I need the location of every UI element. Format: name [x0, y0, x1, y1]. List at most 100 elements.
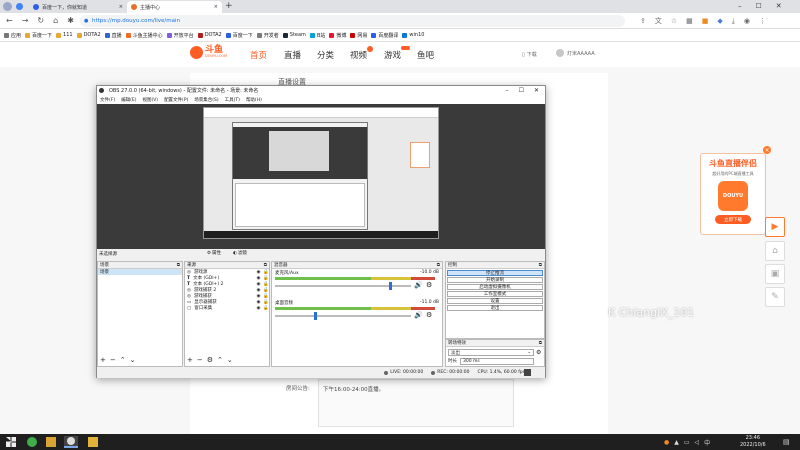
- translate-icon[interactable]: 文: [655, 16, 662, 26]
- bookmark[interactable]: B站: [309, 32, 325, 39]
- nav-live[interactable]: 直播: [284, 49, 301, 61]
- douyu-logo[interactable]: 斗鱼 DOUYU.COM: [190, 46, 227, 59]
- bookmark[interactable]: 111: [56, 32, 73, 38]
- notification-icon[interactable]: ▤: [783, 438, 790, 446]
- obs-preview[interactable]: [97, 104, 545, 249]
- close-tab-icon[interactable]: ×: [119, 4, 123, 10]
- tray-app-icon[interactable]: ▲: [674, 439, 679, 446]
- volume-slider-handle[interactable]: [314, 312, 318, 320]
- lock-icon[interactable]: 🔒: [263, 306, 269, 311]
- speaker-icon[interactable]: 🔊: [414, 281, 423, 289]
- move-down-icon[interactable]: ⌄: [227, 356, 233, 364]
- profile-avatar[interactable]: [3, 2, 12, 11]
- clock[interactable]: 23:46 2022/10/6: [740, 435, 766, 449]
- live-companion-ad[interactable]: × 斗鱼直播伴侣 超好用的PC端直播工具 DOUYU 立即下载: [700, 146, 771, 235]
- shield-icon[interactable]: ◆: [717, 17, 722, 25]
- visibility-eye-icon[interactable]: ◉: [256, 306, 260, 311]
- ad-download-button[interactable]: 立即下载: [715, 215, 751, 224]
- visibility-eye-icon[interactable]: ◉: [256, 300, 260, 305]
- settings-button[interactable]: 设置: [447, 298, 543, 304]
- menu-file[interactable]: 文件(F): [100, 97, 115, 103]
- bookmark[interactable]: 百度一下: [25, 32, 52, 39]
- volume-icon[interactable]: ◁: [695, 439, 700, 446]
- track-settings-gear-icon[interactable]: ⚙: [426, 311, 432, 319]
- obs-minimize-icon[interactable]: –: [506, 87, 509, 94]
- app-side-button[interactable]: ▣: [765, 264, 785, 284]
- dock-undock-icon[interactable]: ⧉: [437, 262, 440, 268]
- start-recording-button[interactable]: 开始录制: [447, 277, 543, 283]
- bookmark[interactable]: 百度一下: [225, 32, 253, 39]
- tab-douyu[interactable]: 主播中心 ×: [127, 1, 222, 13]
- taskbar-obs-icon[interactable]: [64, 436, 78, 448]
- menu-tools[interactable]: 工具(T): [225, 97, 240, 103]
- forward-icon[interactable]: →: [22, 16, 29, 25]
- bookmark[interactable]: DOTA2: [197, 32, 222, 38]
- account-icon[interactable]: ◉: [744, 17, 750, 25]
- lock-icon[interactable]: 🔒: [263, 276, 269, 281]
- speaker-icon[interactable]: 🔊: [414, 311, 423, 319]
- volume-slider-track[interactable]: [275, 315, 411, 317]
- transition-settings-gear-icon[interactable]: ⚙: [536, 349, 541, 356]
- minimize-icon[interactable]: –: [738, 2, 742, 10]
- nav-game[interactable]: 游戏: [384, 49, 401, 61]
- visibility-eye-icon[interactable]: ◉: [256, 294, 260, 299]
- user-menu[interactable]: 灯米AAAAA: [556, 49, 595, 57]
- lock-icon[interactable]: 🔒: [263, 288, 269, 293]
- taskbar-app-icon[interactable]: [27, 437, 37, 447]
- play-side-button[interactable]: ▶: [765, 217, 785, 237]
- move-down-icon[interactable]: ⌄: [130, 356, 136, 364]
- move-up-icon[interactable]: ⌃: [217, 356, 223, 364]
- remove-icon[interactable]: −: [197, 356, 203, 364]
- menu-help[interactable]: 帮助(H): [246, 97, 262, 103]
- extension-orange-icon[interactable]: ■: [702, 17, 709, 25]
- lock-icon[interactable]: 🔒: [263, 282, 269, 287]
- visibility-eye-icon[interactable]: ◉: [256, 288, 260, 293]
- notice-box[interactable]: 下午16:00-24:00直播。: [318, 379, 514, 427]
- dock-undock-icon[interactable]: ⧉: [539, 262, 542, 268]
- move-up-icon[interactable]: ⌃: [120, 356, 126, 364]
- nav-fishbar[interactable]: 鱼吧: [417, 49, 434, 61]
- visibility-eye-icon[interactable]: ◉: [256, 282, 260, 287]
- obs-maximize-icon[interactable]: ☐: [519, 87, 524, 94]
- star-icon[interactable]: ☆: [671, 17, 677, 25]
- network-icon[interactable]: ▭: [684, 439, 690, 446]
- add-icon[interactable]: +: [100, 356, 106, 364]
- menu-scene-collection[interactable]: 场景集合(S): [194, 97, 218, 103]
- bookmark[interactable]: Steam: [282, 32, 306, 38]
- tab-baidu[interactable]: 百度一下，你就知道 ×: [29, 1, 127, 13]
- lock-icon[interactable]: 🔒: [263, 300, 269, 305]
- bookmark[interactable]: 开放平台: [166, 32, 194, 39]
- feedback-side-button[interactable]: ✎: [765, 287, 785, 307]
- properties-button[interactable]: ⚙ 属性: [207, 250, 221, 257]
- bookmark-apps[interactable]: 应用: [4, 32, 21, 39]
- obs-close-icon[interactable]: ✕: [534, 87, 539, 94]
- visibility-eye-icon[interactable]: ◉: [256, 270, 260, 275]
- download-icon[interactable]: ⤓: [732, 17, 735, 26]
- extension-icon[interactable]: [16, 3, 23, 10]
- grid-icon[interactable]: ▦: [686, 17, 693, 25]
- bookmark[interactable]: 百度翻译: [371, 32, 398, 39]
- bookmark[interactable]: 开发者: [256, 32, 279, 39]
- studio-mode-button[interactable]: 工作室模式: [447, 291, 543, 297]
- visibility-eye-icon[interactable]: ◉: [256, 276, 260, 281]
- back-icon[interactable]: ←: [6, 16, 13, 25]
- bookmark[interactable]: win10: [402, 32, 424, 38]
- maximize-icon[interactable]: ☐: [756, 2, 762, 10]
- home-icon[interactable]: ⌂: [53, 16, 58, 25]
- reload-icon[interactable]: ↻: [37, 16, 44, 25]
- new-tab-button[interactable]: +: [225, 1, 233, 11]
- bookmark[interactable]: 网易: [350, 32, 367, 39]
- nav-video[interactable]: 视频: [350, 49, 367, 61]
- dock-undock-icon[interactable]: ⧉: [264, 262, 267, 268]
- virtual-camera-button[interactable]: 启动虚拟摄像机: [447, 284, 543, 290]
- dock-undock-icon[interactable]: ⧉: [177, 262, 180, 268]
- address-bar[interactable]: ● https://mp.douyu.com/live/main: [80, 15, 625, 27]
- bookmark[interactable]: DOTA2: [76, 32, 101, 38]
- menu-icon[interactable]: ⋮: [759, 17, 766, 25]
- add-icon[interactable]: +: [187, 356, 193, 364]
- menu-edit[interactable]: 编辑(E): [121, 97, 136, 103]
- share-icon[interactable]: ⇪: [640, 17, 646, 25]
- tray-app-icon[interactable]: ●: [664, 439, 669, 446]
- settings-gear-icon[interactable]: ⚙: [207, 356, 213, 364]
- nav-category[interactable]: 分类: [317, 49, 334, 61]
